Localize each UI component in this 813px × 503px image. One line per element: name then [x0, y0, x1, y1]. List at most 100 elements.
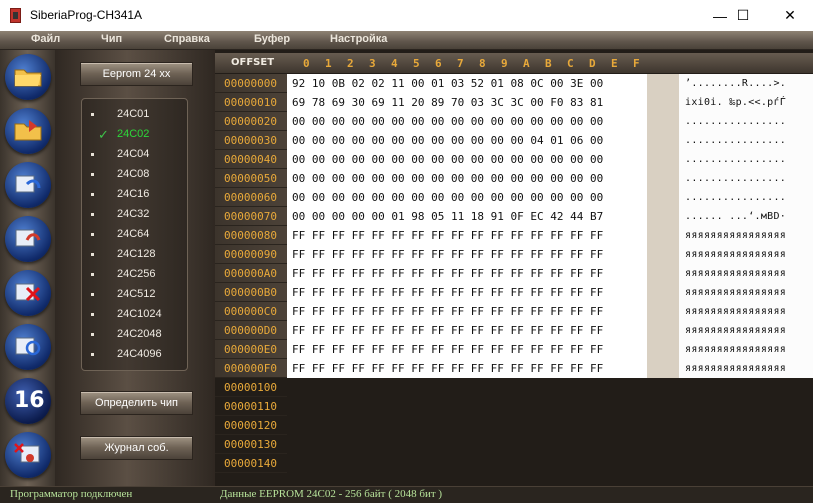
ascii-row[interactable]: яяяяяяяяяяяяяяяя — [685, 302, 786, 321]
ascii-row[interactable]: ................ — [685, 188, 786, 207]
ascii-row[interactable]: ’........R....>. — [685, 74, 786, 93]
bullet-icon — [91, 253, 94, 256]
offset-cell: 00000020 — [215, 112, 287, 131]
menu-buffer[interactable]: Буфер — [254, 33, 290, 45]
chip-item-24c512[interactable]: 24C512 — [82, 285, 187, 305]
offset-cell: 000000F0 — [215, 359, 287, 378]
column-header: B — [545, 57, 552, 70]
column-header: D — [589, 57, 596, 70]
open-folder-icon[interactable] — [5, 54, 51, 100]
hex-separator — [647, 74, 679, 378]
close-button[interactable]: ✕ — [767, 0, 813, 31]
ascii-row[interactable]: ................ — [685, 112, 786, 131]
chip-item-24c02[interactable]: ✓ 24C02 — [82, 125, 187, 145]
chip-item-24c2048[interactable]: 24C2048 — [82, 325, 187, 345]
ascii-row[interactable]: яяяяяяяяяяяяяяяя — [685, 340, 786, 359]
maximize-button[interactable]: ☐ — [720, 0, 766, 31]
bullet-icon — [91, 313, 94, 316]
hex-16-icon[interactable]: 16 — [5, 378, 51, 424]
hex-row[interactable]: 92 10 0B 02 02 11 00 01 03 52 01 08 0C 0… — [292, 74, 603, 93]
hex-16-label: 16 — [14, 388, 45, 413]
hex-row[interactable]: 00 00 00 00 00 00 00 00 00 00 00 00 00 0… — [292, 169, 603, 188]
ascii-row[interactable]: яяяяяяяяяяяяяяяя — [685, 226, 786, 245]
hex-header: OFFSET 0 1 2 3 4 5 6 7 8 9 A B C D E F — [215, 53, 813, 73]
status-bar: Программатор подключен Данные EEPROM 24C… — [0, 486, 813, 503]
chip-item-24c1024[interactable]: 24C1024 — [82, 305, 187, 325]
erase-chip-icon[interactable] — [5, 270, 51, 316]
ascii-row[interactable]: яяяяяяяяяяяяяяяя — [685, 321, 786, 340]
ascii-row[interactable]: ixi0i. ‰p.<<.рѓЃ — [685, 93, 786, 112]
menu-bar: Файл Чип Справка Буфер Настройка — [0, 31, 813, 50]
bullet-icon — [91, 173, 94, 176]
menu-file[interactable]: Файл — [31, 33, 60, 45]
chip-item-24c4096[interactable]: 24C4096 — [82, 345, 187, 365]
read-chip-icon[interactable] — [5, 162, 51, 208]
eeprom-family-button[interactable]: Eeprom 24 xx — [80, 62, 193, 86]
window-title: SiberiaProg-CH341A — [30, 8, 143, 22]
ascii-row[interactable]: ................ — [685, 131, 786, 150]
hex-row[interactable]: FF FF FF FF FF FF FF FF FF FF FF FF FF F… — [292, 340, 603, 359]
offset-cell: 00000050 — [215, 169, 287, 188]
column-header: C — [567, 57, 574, 70]
hex-row[interactable]: 00 00 00 00 00 00 00 00 00 00 00 00 00 0… — [292, 112, 603, 131]
bullet-icon — [91, 193, 94, 196]
chip-panel: Eeprom 24 xx 24C01 ✓ 24C02 24C04 24C08 24… — [55, 50, 215, 486]
write-chip-icon[interactable] — [5, 216, 51, 262]
offset-cell: 000000B0 — [215, 283, 287, 302]
hex-row[interactable]: FF FF FF FF FF FF FF FF FF FF FF FF FF F… — [292, 302, 603, 321]
column-header: F — [633, 57, 640, 70]
hex-editor: OFFSET 0 1 2 3 4 5 6 7 8 9 A B C D E F 0… — [215, 50, 813, 486]
detect-chip-button[interactable]: Определить чип — [80, 391, 193, 415]
hex-row[interactable]: FF FF FF FF FF FF FF FF FF FF FF FF FF F… — [292, 359, 603, 378]
column-header: 8 — [479, 57, 486, 70]
offset-cell: 00000070 — [215, 207, 287, 226]
save-folder-icon[interactable] — [5, 108, 51, 154]
column-header: 3 — [369, 57, 376, 70]
offset-cell: 00000100 — [215, 378, 287, 397]
hex-row[interactable]: 00 00 00 00 00 00 00 00 00 00 00 00 00 0… — [292, 150, 603, 169]
ascii-row[interactable]: ................ — [685, 169, 786, 188]
offset-cell: 00000110 — [215, 397, 287, 416]
chip-item-24c16[interactable]: 24C16 — [82, 185, 187, 205]
hex-row[interactable]: FF FF FF FF FF FF FF FF FF FF FF FF FF F… — [292, 245, 603, 264]
verify-chip-icon[interactable] — [5, 324, 51, 370]
bullet-icon — [91, 293, 94, 296]
ascii-row[interactable]: яяяяяяяяяяяяяяяя — [685, 264, 786, 283]
chip-item-24c04[interactable]: 24C04 — [82, 145, 187, 165]
ascii-row[interactable]: яяяяяяяяяяяяяяяя — [685, 359, 786, 378]
blank-check-icon[interactable] — [5, 432, 51, 478]
column-header: 1 — [325, 57, 332, 70]
menu-help[interactable]: Справка — [164, 33, 210, 45]
chip-item-24c08[interactable]: 24C08 — [82, 165, 187, 185]
menu-settings[interactable]: Настройка — [330, 33, 387, 45]
offset-header: OFFSET — [231, 57, 275, 68]
hex-row[interactable]: 00 00 00 00 00 00 00 00 00 00 00 00 04 0… — [292, 131, 603, 150]
hex-row[interactable]: 00 00 00 00 00 01 98 05 11 18 91 0F EC 4… — [292, 207, 603, 226]
column-header: 5 — [413, 57, 420, 70]
offset-cell: 00000010 — [215, 93, 287, 112]
checkmark-icon: ✓ — [98, 127, 109, 142]
hex-row[interactable]: FF FF FF FF FF FF FF FF FF FF FF FF FF F… — [292, 283, 603, 302]
chip-item-24c64[interactable]: 24C64 — [82, 225, 187, 245]
event-log-button[interactable]: Журнал соб. — [80, 436, 193, 460]
chip-item-24c32[interactable]: 24C32 — [82, 205, 187, 225]
ascii-row[interactable]: яяяяяяяяяяяяяяяя — [685, 245, 786, 264]
eeprom-info: Данные EEPROM 24C02 - 256 байт ( 2048 би… — [220, 488, 443, 500]
hex-row[interactable]: FF FF FF FF FF FF FF FF FF FF FF FF FF F… — [292, 321, 603, 340]
bullet-icon — [91, 113, 94, 116]
chip-item-24c01[interactable]: 24C01 — [82, 105, 187, 125]
chip-item-24c128[interactable]: 24C128 — [82, 245, 187, 265]
ascii-row[interactable]: ...... ...‘.мBD· — [685, 207, 786, 226]
hex-row[interactable]: FF FF FF FF FF FF FF FF FF FF FF FF FF F… — [292, 226, 603, 245]
hex-row[interactable]: FF FF FF FF FF FF FF FF FF FF FF FF FF F… — [292, 264, 603, 283]
chip-item-24c256[interactable]: 24C256 — [82, 265, 187, 285]
hex-row[interactable]: 69 78 69 30 69 11 20 89 70 03 3C 3C 00 F… — [292, 93, 603, 112]
ascii-row[interactable]: ................ — [685, 150, 786, 169]
offset-cell: 00000080 — [215, 226, 287, 245]
bullet-icon — [91, 153, 94, 156]
offset-cell: 00000090 — [215, 245, 287, 264]
chip-list: 24C01 ✓ 24C02 24C04 24C08 24C16 24C32 24C… — [81, 98, 188, 371]
hex-row[interactable]: 00 00 00 00 00 00 00 00 00 00 00 00 00 0… — [292, 188, 603, 207]
menu-chip[interactable]: Чип — [101, 33, 122, 45]
ascii-row[interactable]: яяяяяяяяяяяяяяяя — [685, 283, 786, 302]
